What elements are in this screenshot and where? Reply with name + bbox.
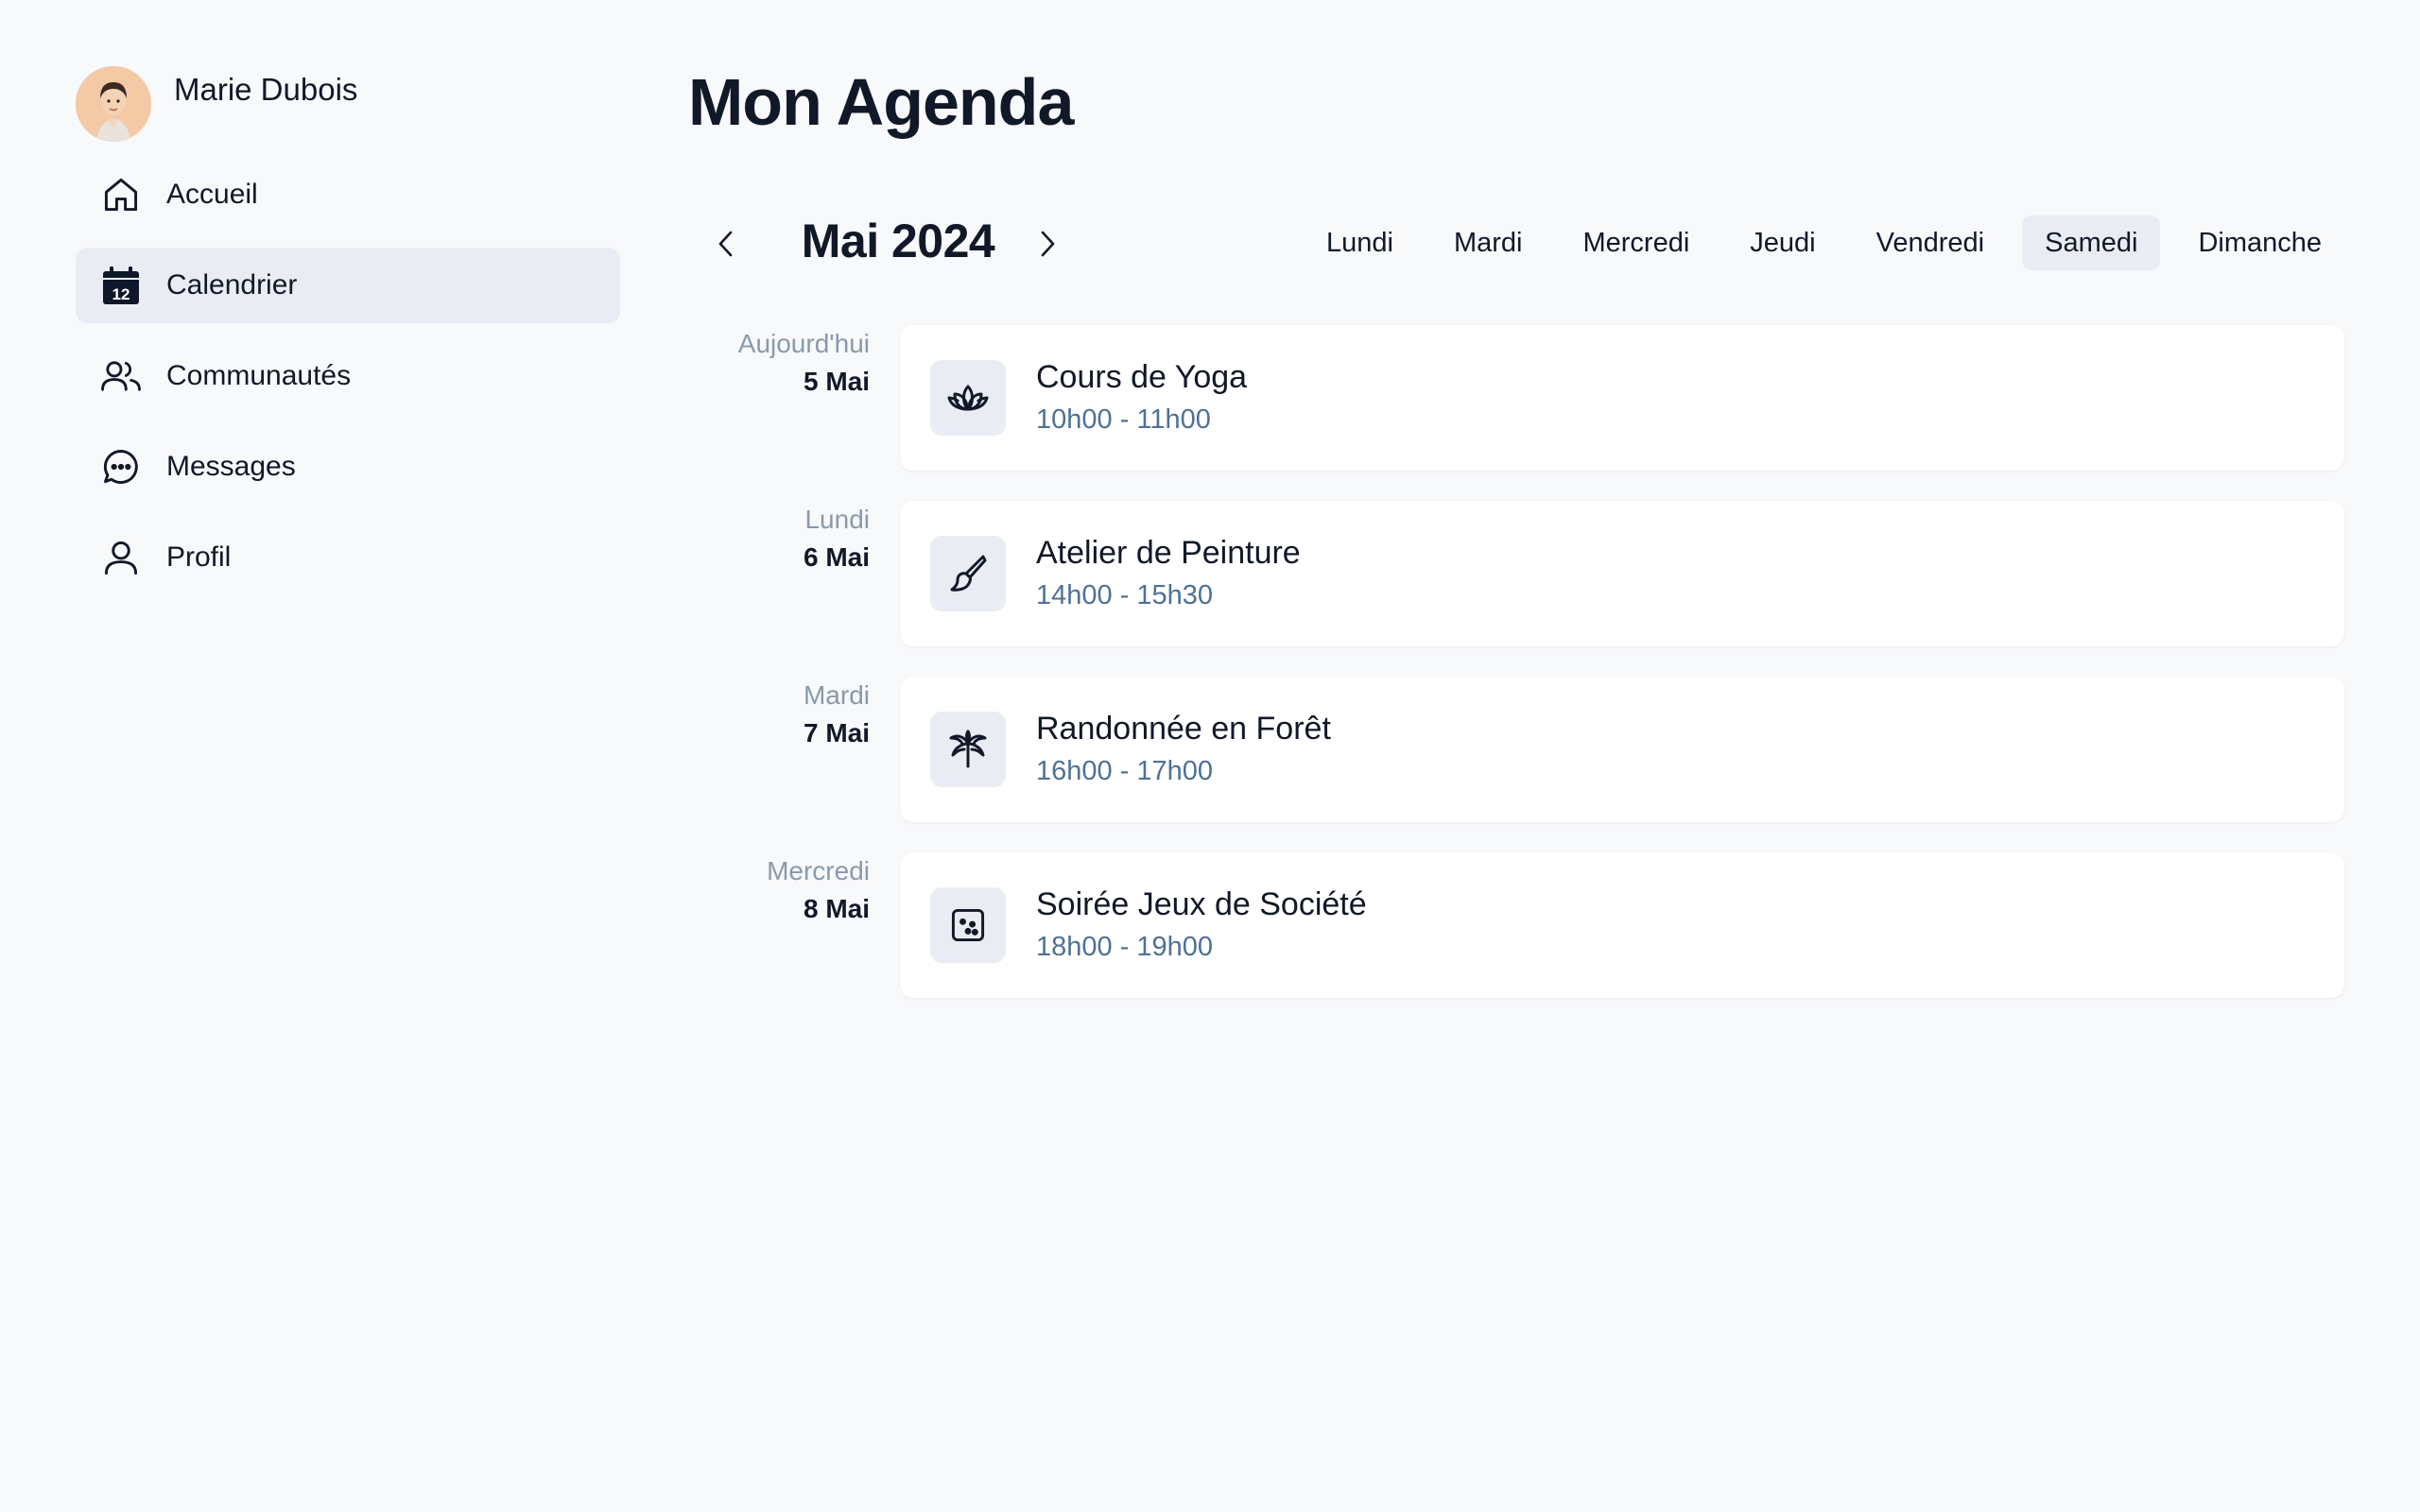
event-card[interactable]: Randonnée en Forêt 16h00 - 17h00 — [900, 677, 2344, 822]
event-time: 14h00 - 15h30 — [1036, 580, 1214, 610]
event-date: Mercredi 8 Mai — [688, 852, 870, 924]
sidebar-item-label: Calendrier — [166, 269, 298, 301]
event-date: Aujourd'hui 5 Mai — [688, 325, 870, 397]
user-icon — [98, 535, 144, 580]
tab-mardi[interactable]: Mardi — [1431, 215, 1546, 270]
event-card[interactable]: Cours de Yoga 10h00 - 11h00 — [900, 325, 2344, 471]
event-date-label: 7 Mai — [803, 718, 870, 747]
event-day-label: Lundi — [804, 505, 870, 534]
page-title: Mon Agenda — [688, 65, 1074, 139]
event-day-label: Mardi — [803, 680, 870, 710]
sidebar-item-accueil[interactable]: Accueil — [76, 157, 620, 232]
sidebar-item-label: Profil — [166, 541, 232, 573]
event-row: Mardi 7 Mai Randonnée en Forêt 16h00 - 1… — [688, 677, 2344, 822]
dice-icon — [930, 887, 1006, 963]
sidebar-item-messages[interactable]: Messages — [76, 429, 620, 505]
sidebar: Marie Dubois Accueil 12 Calendrier Commu… — [76, 66, 620, 610]
event-row: Aujourd'hui 5 Mai Cours de Yoga 10h00 - … — [688, 325, 2344, 471]
palm-tree-icon — [930, 712, 1006, 787]
avatar[interactable] — [76, 66, 151, 142]
day-tabs: Lundi Mardi Mercredi Jeudi Vendredi Same… — [1288, 215, 2344, 270]
event-time: 18h00 - 19h00 — [1036, 932, 1214, 962]
month-navigation: Mai 2024 Lundi Mardi Mercredi Jeudi Vend… — [688, 204, 2344, 284]
sidebar-nav: Accueil 12 Calendrier Communautés Messag… — [76, 157, 620, 595]
tab-samedi[interactable]: Samedi — [2022, 215, 2161, 270]
event-title: Randonnée en Forêt — [1036, 711, 1331, 747]
event-row: Mercredi 8 Mai Soirée Jeux de Société 18… — [688, 852, 2344, 998]
chevron-left-icon[interactable] — [703, 221, 749, 266]
event-title: Atelier de Peinture — [1036, 535, 1301, 571]
sidebar-item-label: Messages — [166, 451, 296, 482]
calendar-icon: 12 — [98, 263, 144, 308]
svg-text:12: 12 — [112, 285, 130, 303]
paintbrush-icon — [930, 536, 1006, 611]
home-icon — [98, 172, 144, 217]
lotus-icon — [930, 360, 1006, 436]
event-card[interactable]: Soirée Jeux de Société 18h00 - 19h00 — [900, 852, 2344, 998]
month-label: Mai 2024 — [801, 215, 995, 267]
event-date-label: 8 Mai — [803, 894, 870, 923]
user-name: Marie Dubois — [174, 72, 358, 107]
event-date: Mardi 7 Mai — [688, 677, 870, 748]
sidebar-item-profil[interactable]: Profil — [76, 520, 620, 595]
event-date: Lundi 6 Mai — [688, 501, 870, 573]
tab-dimanche[interactable]: Dimanche — [2175, 215, 2344, 270]
event-card[interactable]: Atelier de Peinture 14h00 - 15h30 — [900, 501, 2344, 646]
tab-vendredi[interactable]: Vendredi — [1854, 215, 2008, 270]
tab-mercredi[interactable]: Mercredi — [1560, 215, 1712, 270]
event-day-label: Aujourd'hui — [737, 329, 870, 358]
sidebar-item-label: Accueil — [166, 179, 258, 210]
event-list: Aujourd'hui 5 Mai Cours de Yoga 10h00 - … — [688, 325, 2344, 1028]
user-header: Marie Dubois — [76, 66, 620, 144]
sidebar-item-calendrier[interactable]: 12 Calendrier — [76, 248, 620, 323]
event-time: 16h00 - 17h00 — [1036, 756, 1214, 786]
users-icon — [98, 353, 144, 399]
event-date-label: 5 Mai — [803, 367, 870, 396]
event-title: Cours de Yoga — [1036, 359, 1248, 395]
sidebar-item-communautes[interactable]: Communautés — [76, 338, 620, 414]
chevron-right-icon[interactable] — [1025, 221, 1070, 266]
event-row: Lundi 6 Mai Atelier de Peinture 14h00 - … — [688, 501, 2344, 646]
chat-icon — [98, 444, 144, 490]
event-date-label: 6 Mai — [803, 542, 870, 572]
event-title: Soirée Jeux de Société — [1036, 886, 1367, 922]
tab-jeudi[interactable]: Jeudi — [1727, 215, 1838, 270]
event-day-label: Mercredi — [767, 856, 870, 885]
event-time: 10h00 - 11h00 — [1036, 404, 1211, 435]
sidebar-item-label: Communautés — [166, 360, 352, 391]
tab-lundi[interactable]: Lundi — [1304, 215, 1416, 270]
